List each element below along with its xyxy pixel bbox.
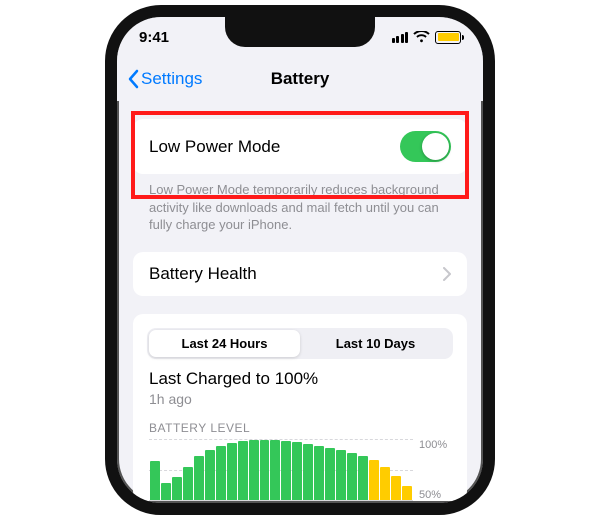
- low-power-mode-row[interactable]: Low Power Mode: [133, 119, 467, 174]
- battery-level-bar: [347, 453, 357, 500]
- battery-level-bar: [216, 446, 226, 500]
- usage-group: Last 24 Hours Last 10 Days Last Charged …: [133, 314, 467, 501]
- battery-level-bar: [402, 486, 412, 499]
- battery-health-row[interactable]: Battery Health: [133, 252, 467, 296]
- time-range-segmented-control[interactable]: Last 24 Hours Last 10 Days: [147, 328, 453, 359]
- battery-level-bar: [172, 477, 182, 500]
- battery-icon: [435, 31, 461, 44]
- battery-level-bar: [281, 441, 291, 500]
- battery-level-bar: [380, 467, 390, 500]
- battery-level-bar: [205, 450, 215, 499]
- status-indicators: [392, 31, 462, 44]
- page-title: Battery: [271, 69, 330, 89]
- battery-level-bar: [336, 450, 346, 499]
- content-area: Low Power Mode Low Power Mode temporaril…: [117, 119, 483, 501]
- phone-frame: 9:41 Settings Battery Low Power Mode: [105, 5, 495, 515]
- battery-level-heading: BATTERY LEVEL: [149, 421, 451, 435]
- nav-bar: Settings Battery: [117, 57, 483, 101]
- tab-last-10-days[interactable]: Last 10 Days: [300, 330, 451, 357]
- battery-level-bar: [314, 446, 324, 500]
- status-time: 9:41: [139, 29, 169, 46]
- battery-level-bar: [238, 441, 248, 500]
- battery-level-bar: [369, 460, 379, 500]
- last-charged-subtitle: 1h ago: [149, 391, 451, 407]
- battery-level-bar: [194, 456, 204, 499]
- back-button[interactable]: Settings: [127, 57, 202, 101]
- battery-level-bar: [325, 448, 335, 500]
- low-power-mode-group: Low Power Mode: [133, 119, 467, 174]
- chart-area: Last Charged to 100% 1h ago BATTERY LEVE…: [133, 369, 467, 501]
- toggle-knob: [422, 133, 449, 160]
- battery-health-label: Battery Health: [149, 264, 257, 284]
- tab-last-24-hours[interactable]: Last 24 Hours: [149, 330, 300, 357]
- battery-level-chart: 100% 50%: [149, 439, 451, 501]
- battery-level-bar: [391, 476, 401, 500]
- low-power-mode-label: Low Power Mode: [149, 137, 280, 157]
- cellular-signal-icon: [392, 32, 409, 43]
- battery-level-bar: [358, 456, 368, 499]
- back-label: Settings: [141, 69, 202, 89]
- wifi-icon: [413, 31, 430, 43]
- battery-level-bar: [161, 483, 171, 500]
- battery-level-bar: [292, 442, 302, 500]
- battery-level-bar: [270, 440, 280, 500]
- battery-level-bar: [249, 440, 259, 500]
- low-power-mode-description: Low Power Mode temporarily reduces backg…: [133, 174, 467, 234]
- last-charged-title: Last Charged to 100%: [149, 369, 451, 389]
- y-tick-50: 50%: [419, 489, 451, 501]
- battery-level-bar: [227, 443, 237, 500]
- device-notch: [225, 15, 375, 47]
- battery-level-bar: [150, 461, 160, 500]
- battery-health-group: Battery Health: [133, 252, 467, 296]
- battery-level-bar: [183, 467, 193, 500]
- battery-level-bar: [260, 440, 270, 500]
- low-power-mode-toggle[interactable]: [400, 131, 451, 162]
- battery-level-bar: [303, 444, 313, 500]
- y-tick-100: 100%: [419, 439, 451, 451]
- chevron-right-icon: [443, 267, 451, 281]
